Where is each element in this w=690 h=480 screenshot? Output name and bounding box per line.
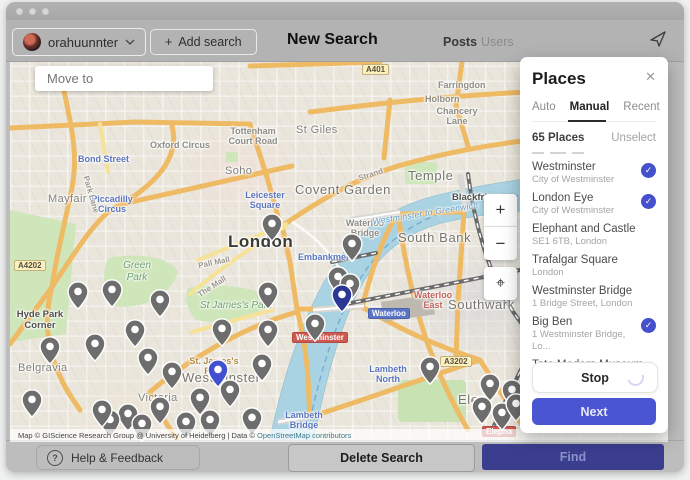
add-search-button[interactable]: + Add search — [150, 29, 257, 55]
place-item-clipped[interactable] — [532, 152, 602, 154]
places-tabs: Auto Manual Recent — [532, 101, 656, 122]
map-pin[interactable] — [102, 280, 122, 307]
add-search-label: Add search — [178, 35, 241, 49]
map-pin[interactable] — [22, 390, 42, 417]
place-address: City of Westminster — [532, 205, 614, 217]
map-zoom-controls: + − ⌖ — [484, 194, 517, 300]
place-item[interactable]: Westminster City of Westminster ✓ — [532, 161, 656, 186]
place-item[interactable]: Westminster Bridge 1 Bridge Street, Lond… — [532, 285, 656, 310]
map-pin[interactable] — [420, 357, 440, 384]
place-name: London Eye — [532, 192, 614, 205]
selected-check-icon[interactable]: ✓ — [641, 194, 656, 209]
place-item[interactable]: Trafalgar Square London — [532, 254, 656, 279]
place-address: SE1 6TB, London — [532, 236, 636, 248]
stop-label: Stop — [581, 371, 609, 385]
selected-check-icon[interactable]: ✓ — [641, 318, 656, 333]
map-pin[interactable] — [68, 282, 88, 309]
locate-button[interactable]: ⌖ — [484, 267, 517, 300]
zoom-out-button[interactable]: − — [484, 227, 517, 260]
tab-posts[interactable]: Posts — [443, 35, 477, 49]
selected-check-icon[interactable]: ✓ — [641, 163, 656, 178]
map-pin[interactable] — [150, 397, 170, 424]
toolbar: orahuunnter + Add search New Search Post… — [6, 20, 684, 62]
app-window: orahuunnter + Add search New Search Post… — [6, 2, 684, 472]
place-address: City of Westminster — [532, 174, 614, 186]
bottom-bar: ? Help & Feedback Delete Search Find — [6, 440, 684, 472]
map-pin[interactable] — [212, 319, 232, 346]
close-window-icon[interactable] — [16, 8, 23, 15]
map-pin[interactable] — [138, 348, 158, 375]
map-pin[interactable] — [220, 380, 240, 407]
place-name: Big Ben — [532, 316, 641, 329]
avatar — [23, 33, 41, 51]
place-address: 1 Westminster Bridge, Lo... — [532, 329, 641, 353]
help-feedback-button[interactable]: ? Help & Feedback — [36, 445, 200, 470]
map-pin[interactable] — [125, 320, 145, 347]
places-count: 65 Places — [532, 132, 584, 144]
places-panel: Places ✕ Auto Manual Recent 65 Places Un… — [520, 57, 668, 433]
minimize-window-icon[interactable] — [29, 8, 36, 15]
place-name: Trafalgar Square — [532, 254, 618, 267]
map-pin[interactable] — [40, 337, 60, 364]
map-pin[interactable] — [252, 354, 272, 381]
map-pin[interactable] — [472, 397, 492, 424]
place-item[interactable]: Big Ben 1 Westminster Bridge, Lo... ✓ — [532, 316, 656, 353]
page-title: New Search — [287, 31, 378, 49]
attribution-text: Map © GIScience Research Group @ Univers… — [18, 431, 257, 440]
close-icon[interactable]: ✕ — [645, 69, 656, 85]
tab-auto[interactable]: Auto — [532, 101, 556, 113]
move-to-input[interactable] — [35, 66, 213, 91]
map-pin[interactable] — [258, 282, 278, 309]
unselect-button[interactable]: Unselect — [611, 132, 656, 144]
account-name: orahuunnter — [48, 35, 118, 50]
map-pin[interactable] — [305, 314, 325, 341]
loading-spinner-icon — [624, 366, 647, 389]
next-label: Next — [580, 405, 607, 419]
place-item[interactable]: Elephant and Castle SE1 6TB, London — [532, 223, 656, 248]
map-pin[interactable] — [342, 234, 362, 261]
attribution-link[interactable]: OpenStreetMap contributors — [257, 431, 351, 440]
next-button[interactable]: Next — [532, 398, 656, 425]
active-tab-underline — [568, 120, 606, 123]
place-address: 1 Bridge Street, London — [532, 298, 632, 310]
places-panel-title: Places — [532, 69, 656, 89]
map-pin[interactable] — [262, 214, 282, 241]
place-name: Westminster Bridge — [532, 285, 632, 298]
zoom-in-button[interactable]: + — [484, 194, 517, 227]
map-pin-selected[interactable] — [332, 285, 352, 312]
plus-icon: + — [165, 35, 172, 49]
tab-manual[interactable]: Manual — [570, 101, 610, 113]
place-address: London — [532, 267, 618, 279]
help-label: Help & Feedback — [71, 451, 163, 465]
place-name: Westminster — [532, 161, 614, 174]
place-name: Elephant and Castle — [532, 223, 636, 236]
map-pin[interactable] — [258, 320, 278, 347]
tab-users[interactable]: Users — [481, 35, 514, 49]
find-button[interactable]: Find — [482, 444, 664, 470]
places-count-row: 65 Places Unselect — [532, 132, 656, 144]
place-item[interactable]: London Eye City of Westminster ✓ — [532, 192, 656, 217]
map-pin[interactable] — [162, 362, 182, 389]
send-icon[interactable] — [648, 29, 668, 49]
delete-search-button[interactable]: Delete Search — [288, 444, 475, 472]
account-menu[interactable]: orahuunnter — [12, 28, 146, 56]
tab-recent[interactable]: Recent — [623, 101, 659, 113]
stop-button[interactable]: Stop — [532, 362, 658, 393]
map-pin[interactable] — [150, 290, 170, 317]
maximize-window-icon[interactable] — [42, 8, 49, 15]
chevron-down-icon — [125, 39, 135, 45]
help-icon: ? — [47, 450, 63, 466]
map-pin[interactable] — [85, 334, 105, 361]
window-titlebar[interactable] — [6, 2, 684, 20]
